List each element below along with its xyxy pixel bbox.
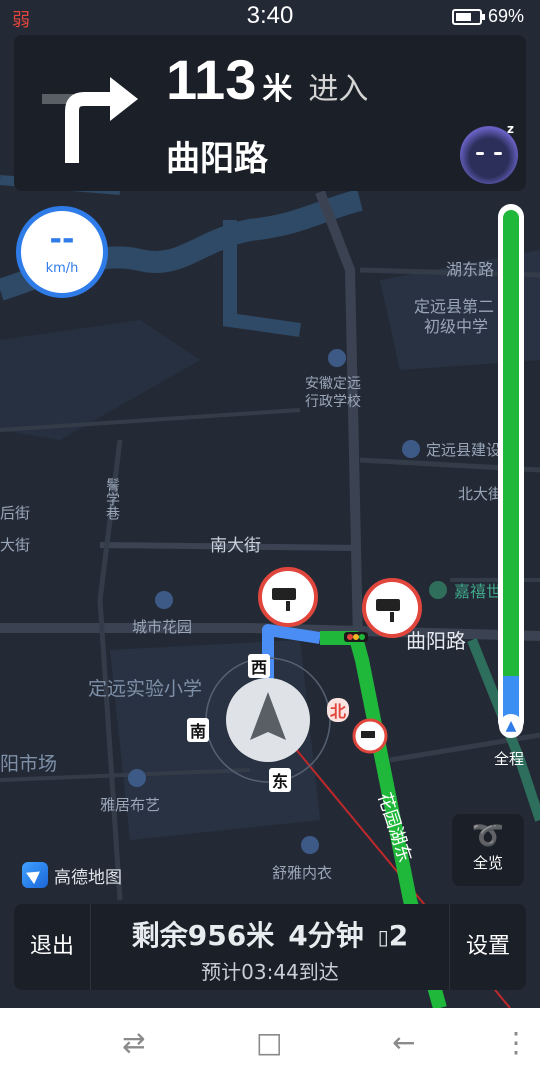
route-progress-bar: ▲ [498,204,524,738]
remaining-time: 4分钟 [288,919,364,952]
battery-icon [451,8,485,25]
turn-action: 进入 [308,72,369,107]
arrival-time: 预计03:44到达 [201,960,339,984]
map-label: 雅居布艺 [100,796,160,814]
map-label: 大街 [0,536,30,554]
status-bar: 弱 3:40 69% [0,0,540,34]
map-label: 北大街 [458,485,503,503]
amap-logo-icon [22,862,48,888]
compass-south: 南 [187,718,210,742]
poi-icon [128,769,146,787]
system-navigation-bar: ⇄ □ ← ⋮ [0,1008,540,1080]
settings-button[interactable]: 设置 [449,904,526,990]
map-label: 城市花园 [132,618,192,636]
speed-value: -- [49,222,75,257]
current-position-icon: ▲ [499,714,523,738]
distance-to-turn: 113 米 进入 [166,47,368,112]
next-road-name: 曲阳路 [166,139,268,179]
map-label: 湖东路 [446,260,494,279]
turn-guidance-card[interactable]: 113 米 进入 曲阳路 [14,35,526,191]
speed-unit: km/h [45,261,79,276]
battery: 69% [451,6,524,27]
map-label: 安徽定远 [305,376,361,392]
remaining-distance: 剩余956米 [131,919,275,952]
map-label: 行政学校 [305,393,361,410]
remaining-summary: 剩余956米 4分钟 ▯2 [90,914,450,954]
amap-logo: 高德地图 [22,862,122,888]
compass-west: 西 [248,654,271,678]
back-button[interactable]: ← [392,1026,415,1059]
voice-assistant-icon[interactable]: z [460,122,518,184]
camera-marker-3 [352,718,388,754]
overview-label: 全览 [472,854,503,872]
trip-info-card: 退出 剩余956米 4分钟 ▯2 预计03:44到达 设置 [14,904,526,990]
route-overview-icon: ➰ [471,821,505,851]
camera-marker-2 [362,578,422,638]
map-label: 定远县建设 [426,441,501,459]
poi-icon [328,349,346,367]
map-label: 阳市场 [0,753,57,775]
speedometer: -- km/h [16,206,108,298]
map-label: 舒雅内衣 [272,864,332,882]
menu-button[interactable]: ⋮ [502,1026,530,1059]
map-label: 定远县第二 [414,297,494,316]
home-button[interactable]: □ [256,1026,282,1059]
recent-apps-button[interactable]: ⇄ [122,1026,145,1059]
poi-icon [402,440,420,458]
poi-icon [155,591,173,609]
map-label: 初级中学 [424,317,488,336]
map-label: 定远实验小学 [88,678,202,700]
compass-north: 北 [327,698,350,722]
distance-value: 113 [166,48,257,111]
map-label: 后街 [0,504,30,522]
full-route-label: 全程 [494,750,525,768]
distance-unit: 米 [262,72,293,107]
compass-east: 东 [269,768,292,792]
turn-right-arrow-icon [42,77,138,163]
overview-button[interactable]: ➰ 全览 [452,814,524,886]
camera-marker-1 [258,567,318,627]
map-label: 南大街 [210,536,261,556]
traffic-light-icon: ▯ [377,925,389,949]
traffic-light-count: 2 [388,919,409,952]
logo-text: 高德地图 [54,867,122,888]
poi-icon [429,581,447,599]
map-label: 曲阳路 [406,629,466,653]
map-label: 鬌学巷 [104,477,120,520]
battery-percent: 69% [487,6,524,26]
exit-button[interactable]: 退出 [14,904,91,990]
poi-icon [301,836,319,854]
sleep-z-icon: z [507,122,514,136]
